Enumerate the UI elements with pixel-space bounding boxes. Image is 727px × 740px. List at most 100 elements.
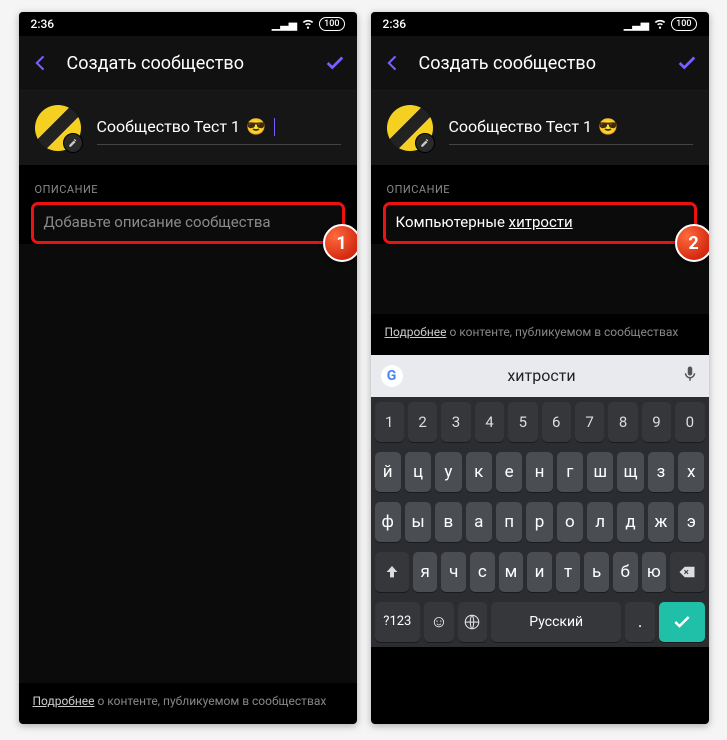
community-name-row: Сообщество Тест 1 😎 <box>19 91 357 165</box>
status-icons: ▁▃▅ 100 <box>272 16 345 33</box>
battery-indicator: 100 <box>671 17 696 31</box>
key-л[interactable]: л <box>587 502 613 542</box>
key-э[interactable]: э <box>678 502 704 542</box>
key-4[interactable]: 4 <box>475 402 504 442</box>
step-badge-1: 1 <box>323 224 357 262</box>
key-dot[interactable]: . <box>625 602 654 642</box>
footer-link[interactable]: Подробнее <box>385 325 447 339</box>
community-avatar[interactable] <box>387 105 433 151</box>
community-name-text: Сообщество Тест 1 <box>97 117 241 136</box>
keyboard-row-numbers: 1234567890 <box>371 397 709 447</box>
key-space[interactable]: Русский <box>491 602 622 642</box>
community-name-input[interactable]: Сообщество Тест 1 😎 <box>97 111 341 145</box>
key-г[interactable]: г <box>557 452 583 492</box>
community-name-input[interactable]: Сообщество Тест 1 😎 <box>449 111 693 145</box>
app-bar: Создать сообщество <box>371 36 709 91</box>
key-enter[interactable] <box>659 602 705 642</box>
emoji-icon: 😎 <box>598 117 618 136</box>
description-input[interactable]: Компьютерные хитрости <box>383 202 697 244</box>
key-3[interactable]: 3 <box>441 402 470 442</box>
footer-text: о контенте, публикуемом в сообществах <box>95 694 327 708</box>
confirm-button[interactable] <box>675 51 699 75</box>
description-value-part2: хитрости <box>509 213 573 231</box>
key-backspace[interactable] <box>670 552 704 592</box>
key-5[interactable]: 5 <box>508 402 537 442</box>
key-emoji[interactable]: ☺ <box>424 602 453 642</box>
google-icon[interactable]: G <box>381 365 403 387</box>
signal-icon: ▁▃▅ <box>624 18 649 31</box>
step-badge-2: 2 <box>675 224 709 262</box>
wifi-icon <box>653 16 667 33</box>
key-0[interactable]: 0 <box>675 402 704 442</box>
keyboard-row-2: фывапролджэ <box>371 497 709 547</box>
description-label: ОПИСАНИЕ <box>371 165 709 202</box>
phone-screenshot-left: 2:36 ▁▃▅ 100 Создать сообщество Сообщест… <box>19 12 357 724</box>
key-р[interactable]: р <box>526 502 552 542</box>
description-placeholder: Добавьте описание сообщества <box>44 213 271 231</box>
status-bar: 2:36 ▁▃▅ 100 <box>19 12 357 36</box>
key-щ[interactable]: щ <box>617 452 643 492</box>
signal-icon: ▁▃▅ <box>272 18 297 31</box>
key-shift[interactable] <box>375 552 409 592</box>
key-з[interactable]: з <box>648 452 674 492</box>
key-с[interactable]: с <box>470 552 495 592</box>
description-input[interactable]: Добавьте описание сообщества <box>31 202 345 244</box>
edit-avatar-icon[interactable] <box>415 133 435 153</box>
mic-icon[interactable] <box>681 365 699 387</box>
key-ш[interactable]: ш <box>587 452 613 492</box>
appbar-title: Создать сообщество <box>67 53 309 74</box>
on-screen-keyboard: G хитрости 1234567890 йцукенгшщзх фывапр… <box>371 355 709 647</box>
footer-note[interactable]: Подробнее о контенте, публикуемом в сооб… <box>371 314 709 355</box>
key-й[interactable]: й <box>375 452 401 492</box>
key-о[interactable]: о <box>557 502 583 542</box>
keyboard-row-1: йцукенгшщзх <box>371 447 709 497</box>
key-в[interactable]: в <box>435 502 461 542</box>
description-value-part1: Компьютерные <box>396 213 509 231</box>
key-ю[interactable]: ю <box>642 552 667 592</box>
back-button[interactable] <box>381 51 405 75</box>
key-х[interactable]: х <box>678 452 704 492</box>
footer-note[interactable]: Подробнее о контенте, публикуемом в сооб… <box>19 683 357 724</box>
key-н[interactable]: н <box>526 452 552 492</box>
emoji-icon: 😎 <box>246 117 266 136</box>
key-2[interactable]: 2 <box>408 402 437 442</box>
description-field-wrap: Компьютерные хитрости 2 <box>371 202 709 244</box>
key-8[interactable]: 8 <box>608 402 637 442</box>
key-м[interactable]: м <box>499 552 524 592</box>
back-button[interactable] <box>29 51 53 75</box>
description-label: ОПИСАНИЕ <box>19 165 357 202</box>
suggestion-text[interactable]: хитрости <box>413 366 671 385</box>
key-ы[interactable]: ы <box>405 502 431 542</box>
key-language[interactable] <box>458 602 487 642</box>
key-у[interactable]: у <box>435 452 461 492</box>
key-б[interactable]: б <box>613 552 638 592</box>
key-е[interactable]: е <box>496 452 522 492</box>
key-9[interactable]: 9 <box>642 402 671 442</box>
text-cursor <box>274 118 275 136</box>
key-д[interactable]: д <box>617 502 643 542</box>
key-ь[interactable]: ь <box>584 552 609 592</box>
key-ц[interactable]: ц <box>405 452 431 492</box>
wifi-icon <box>301 16 315 33</box>
suggestion-bar: G хитрости <box>371 355 709 397</box>
key-ф[interactable]: ф <box>375 502 401 542</box>
empty-content-area <box>19 244 357 683</box>
key-п[interactable]: п <box>496 502 522 542</box>
key-т[interactable]: т <box>556 552 581 592</box>
keyboard-row-bottom: ?123 ☺ Русский . <box>371 597 709 647</box>
key-и[interactable]: и <box>527 552 552 592</box>
key-7[interactable]: 7 <box>575 402 604 442</box>
key-я[interactable]: я <box>413 552 438 592</box>
key-1[interactable]: 1 <box>375 402 404 442</box>
key-к[interactable]: к <box>466 452 492 492</box>
confirm-button[interactable] <box>323 51 347 75</box>
key-ж[interactable]: ж <box>648 502 674 542</box>
edit-avatar-icon[interactable] <box>63 133 83 153</box>
footer-link[interactable]: Подробнее <box>33 694 95 708</box>
key-symbols[interactable]: ?123 <box>375 602 421 642</box>
status-bar: 2:36 ▁▃▅ 100 <box>371 12 709 36</box>
community-avatar[interactable] <box>35 105 81 151</box>
key-а[interactable]: а <box>466 502 492 542</box>
key-6[interactable]: 6 <box>542 402 571 442</box>
key-ч[interactable]: ч <box>441 552 466 592</box>
